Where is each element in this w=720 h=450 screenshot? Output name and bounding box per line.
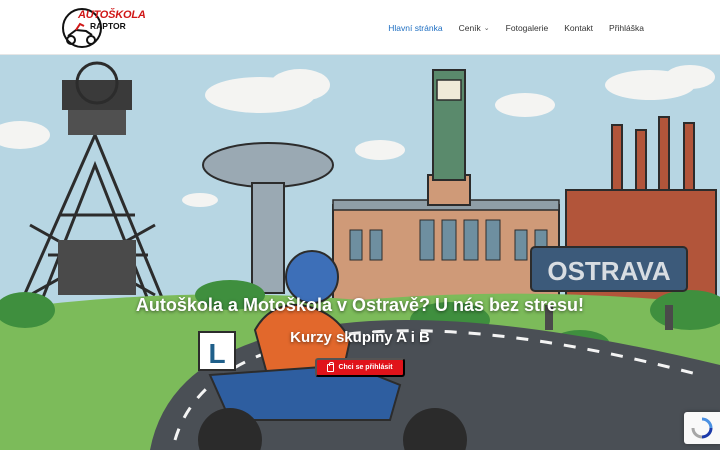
nav-item-application[interactable]: Přihláška [601, 23, 652, 33]
nav-item-gallery[interactable]: Fotogalerie [498, 23, 557, 33]
logo-line-2: RAPTOR [90, 21, 126, 31]
signup-button-label: Chci se přihlásit [338, 364, 393, 371]
nav-item-home[interactable]: Hlavní stránka [380, 23, 450, 33]
signup-button[interactable]: Chci se přihlásit [315, 358, 405, 377]
hero-section: OSTRAVA L Autoškola a Motoškola v Ostrav… [0, 55, 720, 450]
logo[interactable]: AUTOŠKOLA RAPTOR [62, 6, 146, 50]
nav-item-pricing[interactable]: Ceník ⌄ [451, 23, 498, 33]
nav-item-label: Hlavní stránka [388, 22, 443, 33]
hero-subtitle: Kurzy skupiny A i B [290, 329, 430, 346]
hero-title: Autoškola a Motoškola v Ostravě? U nás b… [135, 295, 585, 315]
nav-item-label: Kontakt [564, 22, 594, 33]
site-header: AUTOŠKOLA RAPTOR Hlavní stránka Ceník ⌄ … [0, 0, 720, 55]
recaptcha-badge[interactable] [684, 412, 720, 444]
clipboard-icon [327, 361, 335, 372]
nav-item-contact[interactable]: Kontakt [556, 23, 601, 33]
city-sign-text: OSTRAVA [547, 256, 670, 286]
hero-illustration: OSTRAVA L [0, 55, 720, 450]
logo-line-1: AUTOŠKOLA [78, 9, 146, 21]
recaptcha-icon [691, 417, 713, 439]
nav-item-label: Fotogalerie [505, 22, 549, 33]
nav-item-label: Ceník [458, 22, 481, 33]
main-nav: Hlavní stránka Ceník ⌄ Fotogalerie Konta… [380, 0, 652, 55]
chevron-down-icon: ⌄ [483, 24, 490, 32]
nav-item-label: Přihláška [609, 22, 644, 33]
